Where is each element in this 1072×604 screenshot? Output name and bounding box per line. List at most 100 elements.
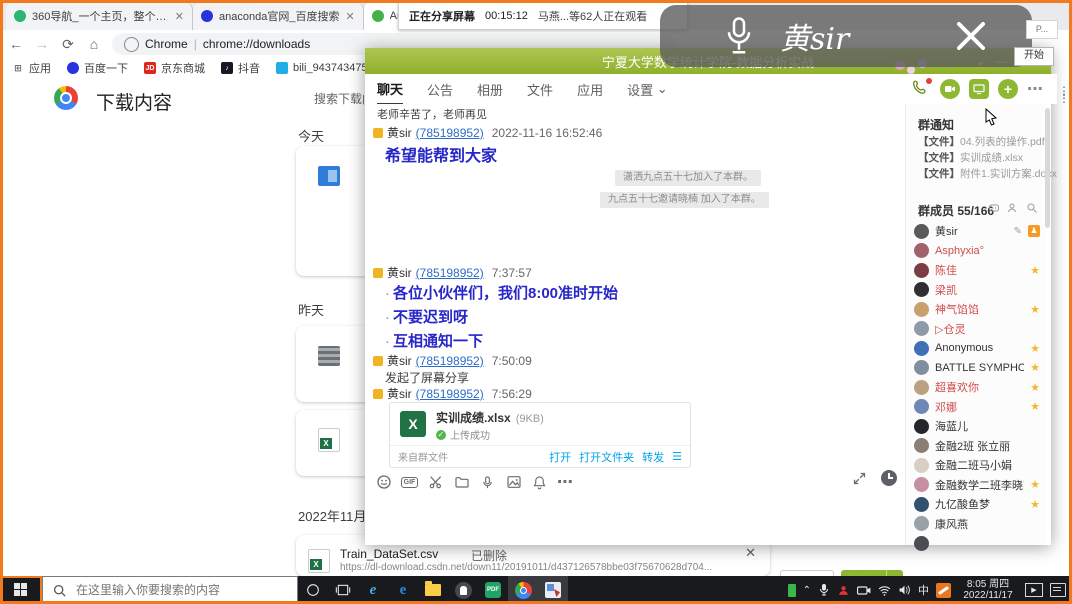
browser-tab-anaconda-baidu[interactable]: anaconda官网_百度搜索 ✕	[193, 2, 364, 30]
member-row[interactable]: 康风燕	[914, 515, 1040, 533]
member-row[interactable]: 黄sir✎♟	[914, 222, 1040, 240]
notice-file-item[interactable]: 【文件】附件1.实训方案.docx	[918, 166, 1057, 181]
taskbar-search-input[interactable]	[74, 582, 278, 598]
tray-wps-icon[interactable]	[936, 583, 951, 598]
tab-close-icon[interactable]: ✕	[175, 10, 184, 23]
tray-video-icon[interactable]: ▶	[1025, 583, 1043, 597]
sender-uin-link[interactable]: (785198952)	[416, 387, 484, 401]
remove-download-icon[interactable]: ✕	[745, 545, 756, 561]
task-view-icon[interactable]	[328, 576, 358, 604]
download-filename[interactable]: Train_DataSet.csv	[340, 547, 438, 561]
recorder-app-icon[interactable]	[448, 576, 478, 604]
member-row[interactable]: 神气馅馅★	[914, 300, 1040, 318]
member-row[interactable]: 陈佳★	[914, 261, 1040, 279]
member-row[interactable]: 金融2班 张立丽	[914, 437, 1040, 455]
battery-icon[interactable]	[788, 584, 796, 597]
open-file-link[interactable]: 打开	[549, 449, 571, 465]
edit-pencil-icon[interactable]: ✎	[1014, 226, 1022, 237]
back-icon[interactable]: ←	[8, 36, 24, 52]
tray-camera-icon[interactable]	[857, 585, 871, 596]
start-button[interactable]	[0, 576, 42, 604]
tray-mic-icon[interactable]	[818, 583, 830, 597]
downloads-search[interactable]: 搜索下载内容	[306, 90, 364, 107]
taskbar-clock[interactable]: 8:05 周四 2022/11/17	[958, 579, 1018, 601]
more-actions-icon[interactable]: ⋯	[1027, 79, 1044, 99]
member-row[interactable]: ▷仓灵	[914, 320, 1040, 338]
screen-share-icon[interactable]	[969, 79, 989, 99]
open-folder-link[interactable]: 打开文件夹	[579, 449, 634, 465]
gif-icon[interactable]: GIF	[401, 474, 418, 491]
member-row[interactable]: 金融二班马小娟	[914, 456, 1040, 474]
hidden-icons-chevron[interactable]: ⌃	[803, 585, 811, 596]
image-icon[interactable]	[505, 474, 522, 491]
notice-file-item[interactable]: 【文件】04.列表的操作.pdf	[918, 134, 1045, 149]
voice-message-icon[interactable]	[479, 474, 496, 491]
member-row[interactable]: 超喜欢你★	[914, 378, 1040, 396]
chrome-taskbar-icon[interactable]	[508, 576, 538, 604]
ime-indicator[interactable]: 中	[918, 582, 929, 598]
member-row[interactable]: Asphyxia°	[914, 242, 1040, 260]
sender-uin-link[interactable]: (785198952)	[416, 126, 484, 140]
shared-file-card[interactable]: X 实训成绩.xlsx(9KB) ✓ 上传成功 来自群文件 打开 打开文件夹 转…	[389, 402, 691, 468]
member-game-icon[interactable]	[988, 202, 1000, 214]
bookmark-baidu[interactable]: 百度一下	[67, 60, 128, 76]
message-history-icon[interactable]	[881, 470, 897, 486]
member-row[interactable]: 邓娜★	[914, 398, 1040, 416]
file-explorer-icon[interactable]	[418, 576, 448, 604]
taskbar-search[interactable]	[42, 576, 298, 604]
expand-input-icon[interactable]	[852, 471, 867, 486]
sidebar-scrollbar[interactable]	[1045, 108, 1050, 228]
tab-album[interactable]: 相册	[477, 74, 503, 104]
notice-file-item[interactable]: 【文件】实训成绩.xlsx	[918, 150, 1023, 165]
star-badge-icon: ★	[1030, 303, 1040, 316]
browser-tab-360[interactable]: 360导航_一个主页，整个世界 ✕	[6, 2, 193, 30]
tray-wifi-icon[interactable]	[878, 585, 891, 596]
sender-uin-link[interactable]: (785198952)	[416, 266, 484, 280]
pdf-app-icon[interactable]: PDF	[478, 576, 508, 604]
search-member-icon[interactable]	[1026, 202, 1038, 214]
emoji-icon[interactable]	[375, 474, 392, 491]
tab-announcement[interactable]: 公告	[427, 74, 453, 104]
send-file-icon[interactable]	[453, 474, 470, 491]
edge-icon[interactable]: e	[388, 576, 418, 604]
member-row[interactable]: 梁凯	[914, 281, 1040, 299]
action-center-icon[interactable]	[1050, 583, 1066, 597]
tab-chat[interactable]: 聊天	[377, 73, 403, 105]
forward-icon[interactable]: →	[34, 36, 50, 52]
file-menu-icon[interactable]: ☰	[672, 450, 682, 463]
sender-uin-link[interactable]: (785198952)	[416, 354, 484, 368]
cortana-icon[interactable]	[298, 576, 328, 604]
reload-icon[interactable]: ⟳	[60, 36, 76, 52]
add-member-icon[interactable]	[1007, 202, 1019, 214]
add-icon[interactable]: +	[998, 79, 1018, 99]
screenshot-scissors-icon[interactable]	[427, 474, 444, 491]
tray-volume-icon[interactable]	[898, 584, 911, 596]
bookmark-douyin[interactable]: ♪ 抖音	[221, 60, 260, 76]
overlay-close-icon[interactable]	[952, 17, 990, 55]
member-row[interactable]: 海蓝儿	[914, 417, 1040, 435]
paint-app-icon[interactable]	[538, 576, 568, 604]
forward-link[interactable]: 转发	[642, 449, 664, 465]
tab-apps[interactable]: 应用	[577, 74, 603, 104]
chat-message-area[interactable]: 老师辛苦了，老师再见 黄sir(785198952) 2022-11-16 16…	[365, 104, 905, 545]
voice-call-icon[interactable]	[911, 79, 931, 99]
tab-settings[interactable]: 设置 ⌄	[627, 74, 668, 104]
member-row[interactable]: Anonymous★	[914, 339, 1040, 357]
tray-qq-icon[interactable]	[837, 584, 850, 597]
home-icon[interactable]: ⌂	[86, 36, 102, 52]
browser-menu-icon[interactable]: ⋮⋮	[1058, 88, 1070, 102]
shake-bell-icon[interactable]	[531, 474, 548, 491]
file-prefix: 【文件】	[918, 168, 960, 180]
member-row[interactable]: 九亿酸鱼梦★	[914, 495, 1040, 513]
bookmark-apps[interactable]: ⊞ 应用	[12, 60, 51, 76]
bookmark-jd[interactable]: JD 京东商城	[144, 60, 205, 76]
member-row[interactable]: 金融数学二班李晓花★	[914, 476, 1040, 494]
member-row[interactable]	[914, 534, 1040, 552]
tab-close-icon[interactable]: ✕	[345, 10, 354, 23]
browser-profile-chip[interactable]: P...	[1026, 20, 1058, 39]
ie-icon[interactable]: e	[358, 576, 388, 604]
member-row[interactable]: BATTLE SYMPHONY★	[914, 359, 1040, 377]
more-tools-icon[interactable]: ⋯	[557, 474, 574, 491]
tab-files[interactable]: 文件	[527, 74, 553, 104]
video-call-icon[interactable]	[940, 79, 960, 99]
